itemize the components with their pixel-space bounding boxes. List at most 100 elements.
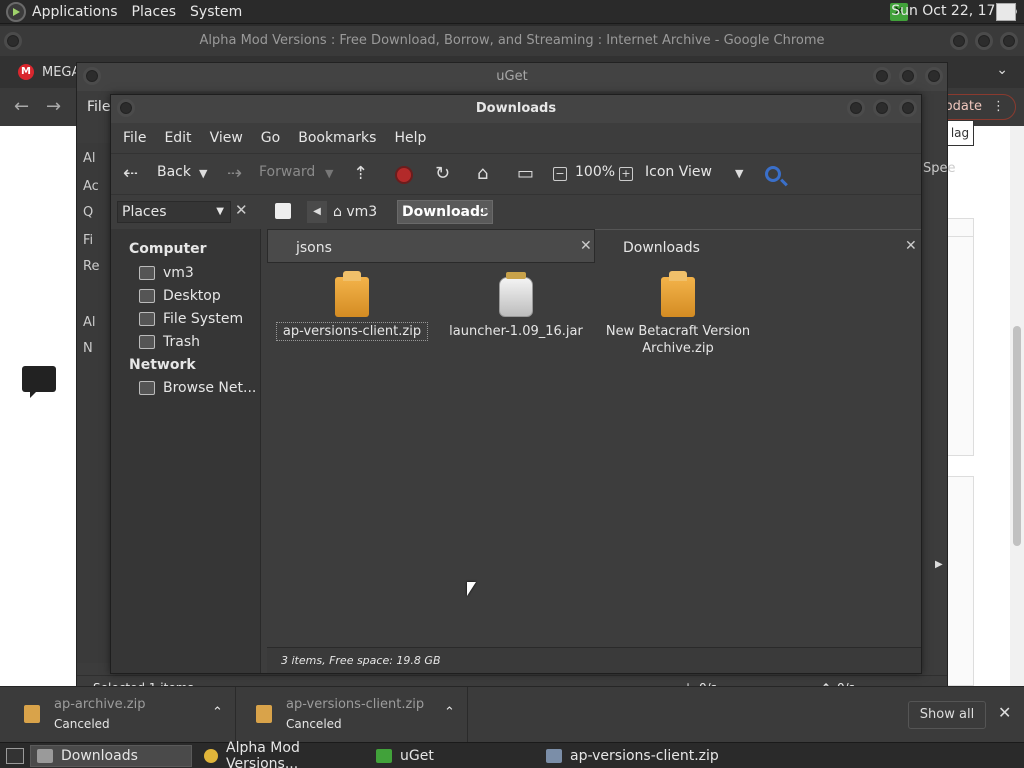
zip-archive-icon: [661, 271, 695, 317]
edit-location-icon[interactable]: [275, 203, 291, 219]
reload-icon[interactable]: ↻: [435, 164, 450, 184]
tab-jsons[interactable]: jsons ✕: [267, 229, 595, 263]
maximize-icon[interactable]: [873, 99, 891, 117]
close-icon[interactable]: [899, 99, 917, 117]
show-all-button[interactable]: Show all: [908, 701, 986, 729]
scroll-right-icon[interactable]: ▶: [935, 559, 943, 570]
page-scrollbar[interactable]: [1010, 126, 1024, 686]
up-arrow-icon[interactable]: ⇡: [353, 164, 368, 184]
download-name: ap-versions-client.zip: [286, 697, 425, 712]
task-downloads[interactable]: Downloads: [30, 744, 192, 767]
chevron-up-icon[interactable]: ⌃: [212, 705, 223, 720]
menu-applications[interactable]: Applications: [32, 4, 118, 20]
window-menu-icon[interactable]: [83, 67, 101, 85]
sidebar-item-desktop[interactable]: Desktop: [139, 288, 221, 304]
close-sidebar-icon[interactable]: ✕: [235, 201, 248, 219]
close-tab-icon[interactable]: ✕: [580, 238, 592, 254]
page-panel: [946, 236, 974, 456]
chat-icon[interactable]: [22, 366, 56, 398]
chrome-titlebar[interactable]: Alpha Mod Versions : Free Download, Borr…: [0, 26, 1024, 56]
tab-search-chevron-icon[interactable]: ⌄: [996, 62, 1008, 78]
computer-icon[interactable]: ▭: [517, 164, 534, 184]
close-icon[interactable]: ✕: [998, 703, 1011, 722]
menu-file[interactable]: File: [123, 130, 146, 146]
category-item[interactable]: Re: [83, 259, 99, 274]
chrome-tab-mega[interactable]: M MEGA: [10, 56, 80, 88]
uget-menu-file[interactable]: File: [87, 99, 110, 115]
menu-system[interactable]: System: [190, 4, 242, 20]
archive-manager-icon: [546, 748, 562, 763]
tab-downloads[interactable]: Downloads ✕: [595, 229, 921, 263]
sidebar-item-file-system[interactable]: File System: [139, 311, 243, 327]
back-history-chevron-icon[interactable]: ▼: [199, 164, 207, 184]
category-item[interactable]: Al: [83, 315, 96, 330]
scrollbar-thumb[interactable]: [1013, 326, 1021, 546]
breadcrumb-downloads[interactable]: Downloads: [397, 200, 494, 224]
menu-edit[interactable]: Edit: [164, 130, 191, 146]
category-item[interactable]: Ac: [83, 179, 99, 194]
view-mode-chevron-icon[interactable]: ▼: [735, 164, 743, 184]
window-menu-icon[interactable]: [4, 32, 22, 50]
chrome-back-icon[interactable]: ←: [14, 96, 29, 117]
menu-view[interactable]: View: [210, 130, 243, 146]
file-item[interactable]: launcher-1.09_16.jar: [441, 272, 591, 340]
zoom-out-icon[interactable]: −: [553, 167, 567, 181]
maximize-icon[interactable]: [899, 67, 917, 85]
file-icon-view[interactable]: ap-versions-client.zip launcher-1.09_16.…: [267, 263, 921, 645]
category-item[interactable]: Q: [83, 205, 93, 220]
workspace-switcher[interactable]: [996, 3, 1016, 21]
minimize-icon[interactable]: [873, 67, 891, 85]
uget-titlebar[interactable]: uGet: [77, 63, 947, 91]
mega-favicon-icon: M: [18, 64, 34, 80]
home-folder-icon[interactable]: ⌂: [477, 164, 488, 184]
menu-go[interactable]: Go: [261, 130, 280, 146]
menu-places[interactable]: Places: [132, 4, 177, 20]
file-manager-titlebar[interactable]: Downloads: [111, 95, 921, 123]
menu-bookmarks[interactable]: Bookmarks: [298, 130, 376, 146]
maximize-icon[interactable]: [975, 32, 993, 50]
mint-menu-icon[interactable]: [6, 1, 26, 22]
task-label: ap-versions-client.zip: [570, 747, 719, 764]
places-select-label: Places: [122, 204, 167, 220]
search-icon[interactable]: [765, 166, 781, 182]
drive-icon: [139, 312, 155, 326]
kebab-menu-icon[interactable]: ⋮: [992, 99, 1005, 114]
window-menu-icon[interactable]: [117, 99, 135, 117]
file-item[interactable]: New Betacraft Version Archive.zip: [603, 271, 753, 357]
close-icon[interactable]: [925, 67, 943, 85]
close-tab-icon[interactable]: ✕: [905, 238, 917, 254]
column-header-speed[interactable]: Spee: [923, 161, 956, 176]
sidebar-places-select[interactable]: Places ▼: [117, 201, 231, 223]
sidebar-header-computer: Computer: [129, 241, 207, 257]
file-item[interactable]: ap-versions-client.zip: [276, 271, 428, 341]
sidebar-item-trash[interactable]: Trash: [139, 334, 200, 350]
path-scroll-left-icon[interactable]: ◀: [307, 201, 327, 223]
download-item[interactable]: ap-versions-client.zip Canceled ⌃: [238, 687, 468, 743]
back-button[interactable]: Back: [157, 164, 191, 180]
zoom-in-icon[interactable]: +: [619, 167, 633, 181]
chevron-up-icon[interactable]: ⌃: [444, 705, 455, 720]
task-chrome[interactable]: Alpha Mod Versions...: [198, 740, 364, 768]
stop-icon[interactable]: [395, 166, 413, 184]
menu-help[interactable]: Help: [394, 130, 426, 146]
back-arrow-icon[interactable]: ⇠: [123, 164, 138, 184]
sidebar-item-browse-network[interactable]: Browse Net...: [139, 380, 256, 396]
category-item[interactable]: N: [83, 341, 93, 356]
download-item[interactable]: ap-archive.zip Canceled ⌃: [6, 687, 236, 743]
show-desktop-icon[interactable]: [6, 747, 24, 764]
category-item[interactable]: Al: [83, 151, 96, 166]
task-label: Alpha Mod Versions...: [226, 739, 300, 768]
chrome-forward-icon[interactable]: →: [46, 96, 61, 117]
sidebar-item-vm3[interactable]: vm3: [139, 265, 194, 281]
file-manager-window: Downloads File Edit View Go Bookmarks He…: [110, 94, 922, 674]
chrome-download-shelf: ap-archive.zip Canceled ⌃ ap-versions-cl…: [0, 686, 1024, 743]
breadcrumb-vm3[interactable]: ⌂ vm3: [333, 201, 377, 223]
view-mode-select[interactable]: Icon View: [645, 164, 712, 180]
category-item[interactable]: Fi: [83, 233, 93, 248]
minimize-icon[interactable]: [950, 32, 968, 50]
task-archive[interactable]: ap-versions-client.zip: [540, 745, 740, 767]
close-icon[interactable]: [1000, 32, 1018, 50]
flag-button[interactable]: lag: [946, 120, 974, 146]
minimize-icon[interactable]: [847, 99, 865, 117]
task-uget[interactable]: uGet: [370, 745, 534, 767]
